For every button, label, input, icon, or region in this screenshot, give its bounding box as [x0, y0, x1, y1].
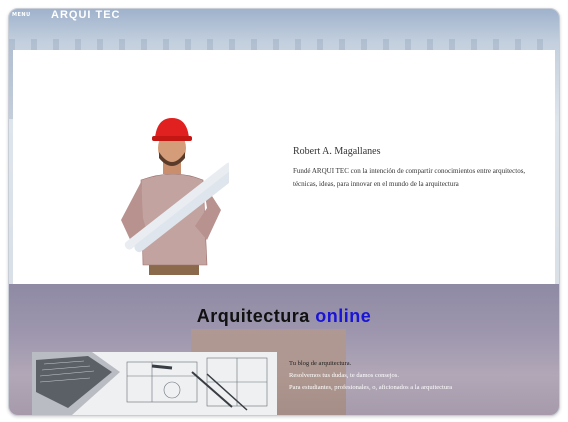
blueprint-laptop-photo	[32, 352, 277, 415]
brand-logo[interactable]: ARQUI TEC	[51, 9, 121, 21]
blog-section: Arquitectura online Tu blog de arquitect…	[9, 284, 559, 415]
menu-button[interactable]: MENU	[12, 12, 31, 18]
author-name: Robert A. Magallanes	[293, 146, 381, 157]
title-main: Arquitectura	[196, 306, 310, 326]
blog-line-1: Tu blog de arquitectura.	[289, 360, 352, 367]
architect-photo	[121, 118, 229, 275]
blog-line-2: Resolvemos tus dudas, te damos consejos.	[289, 372, 399, 379]
blog-line-3: Para estudiantes, profesionales, o, afic…	[289, 384, 453, 391]
top-bar: MENU ARQUI TEC	[9, 9, 559, 29]
browser-viewport: MENU ARQUI TEC Robert A. Magallanes Fund…	[8, 8, 560, 416]
section-title: Arquitectura online	[9, 306, 559, 327]
blog-description: Tu blog de arquitectura. Resolvemos tus …	[289, 358, 549, 394]
author-bio: Fundé ARQUI TEC con la intención de comp…	[293, 167, 526, 188]
about-card: Robert A. Magallanes Fundé ARQUI TEC con…	[13, 50, 555, 284]
title-accent: online	[315, 306, 372, 326]
